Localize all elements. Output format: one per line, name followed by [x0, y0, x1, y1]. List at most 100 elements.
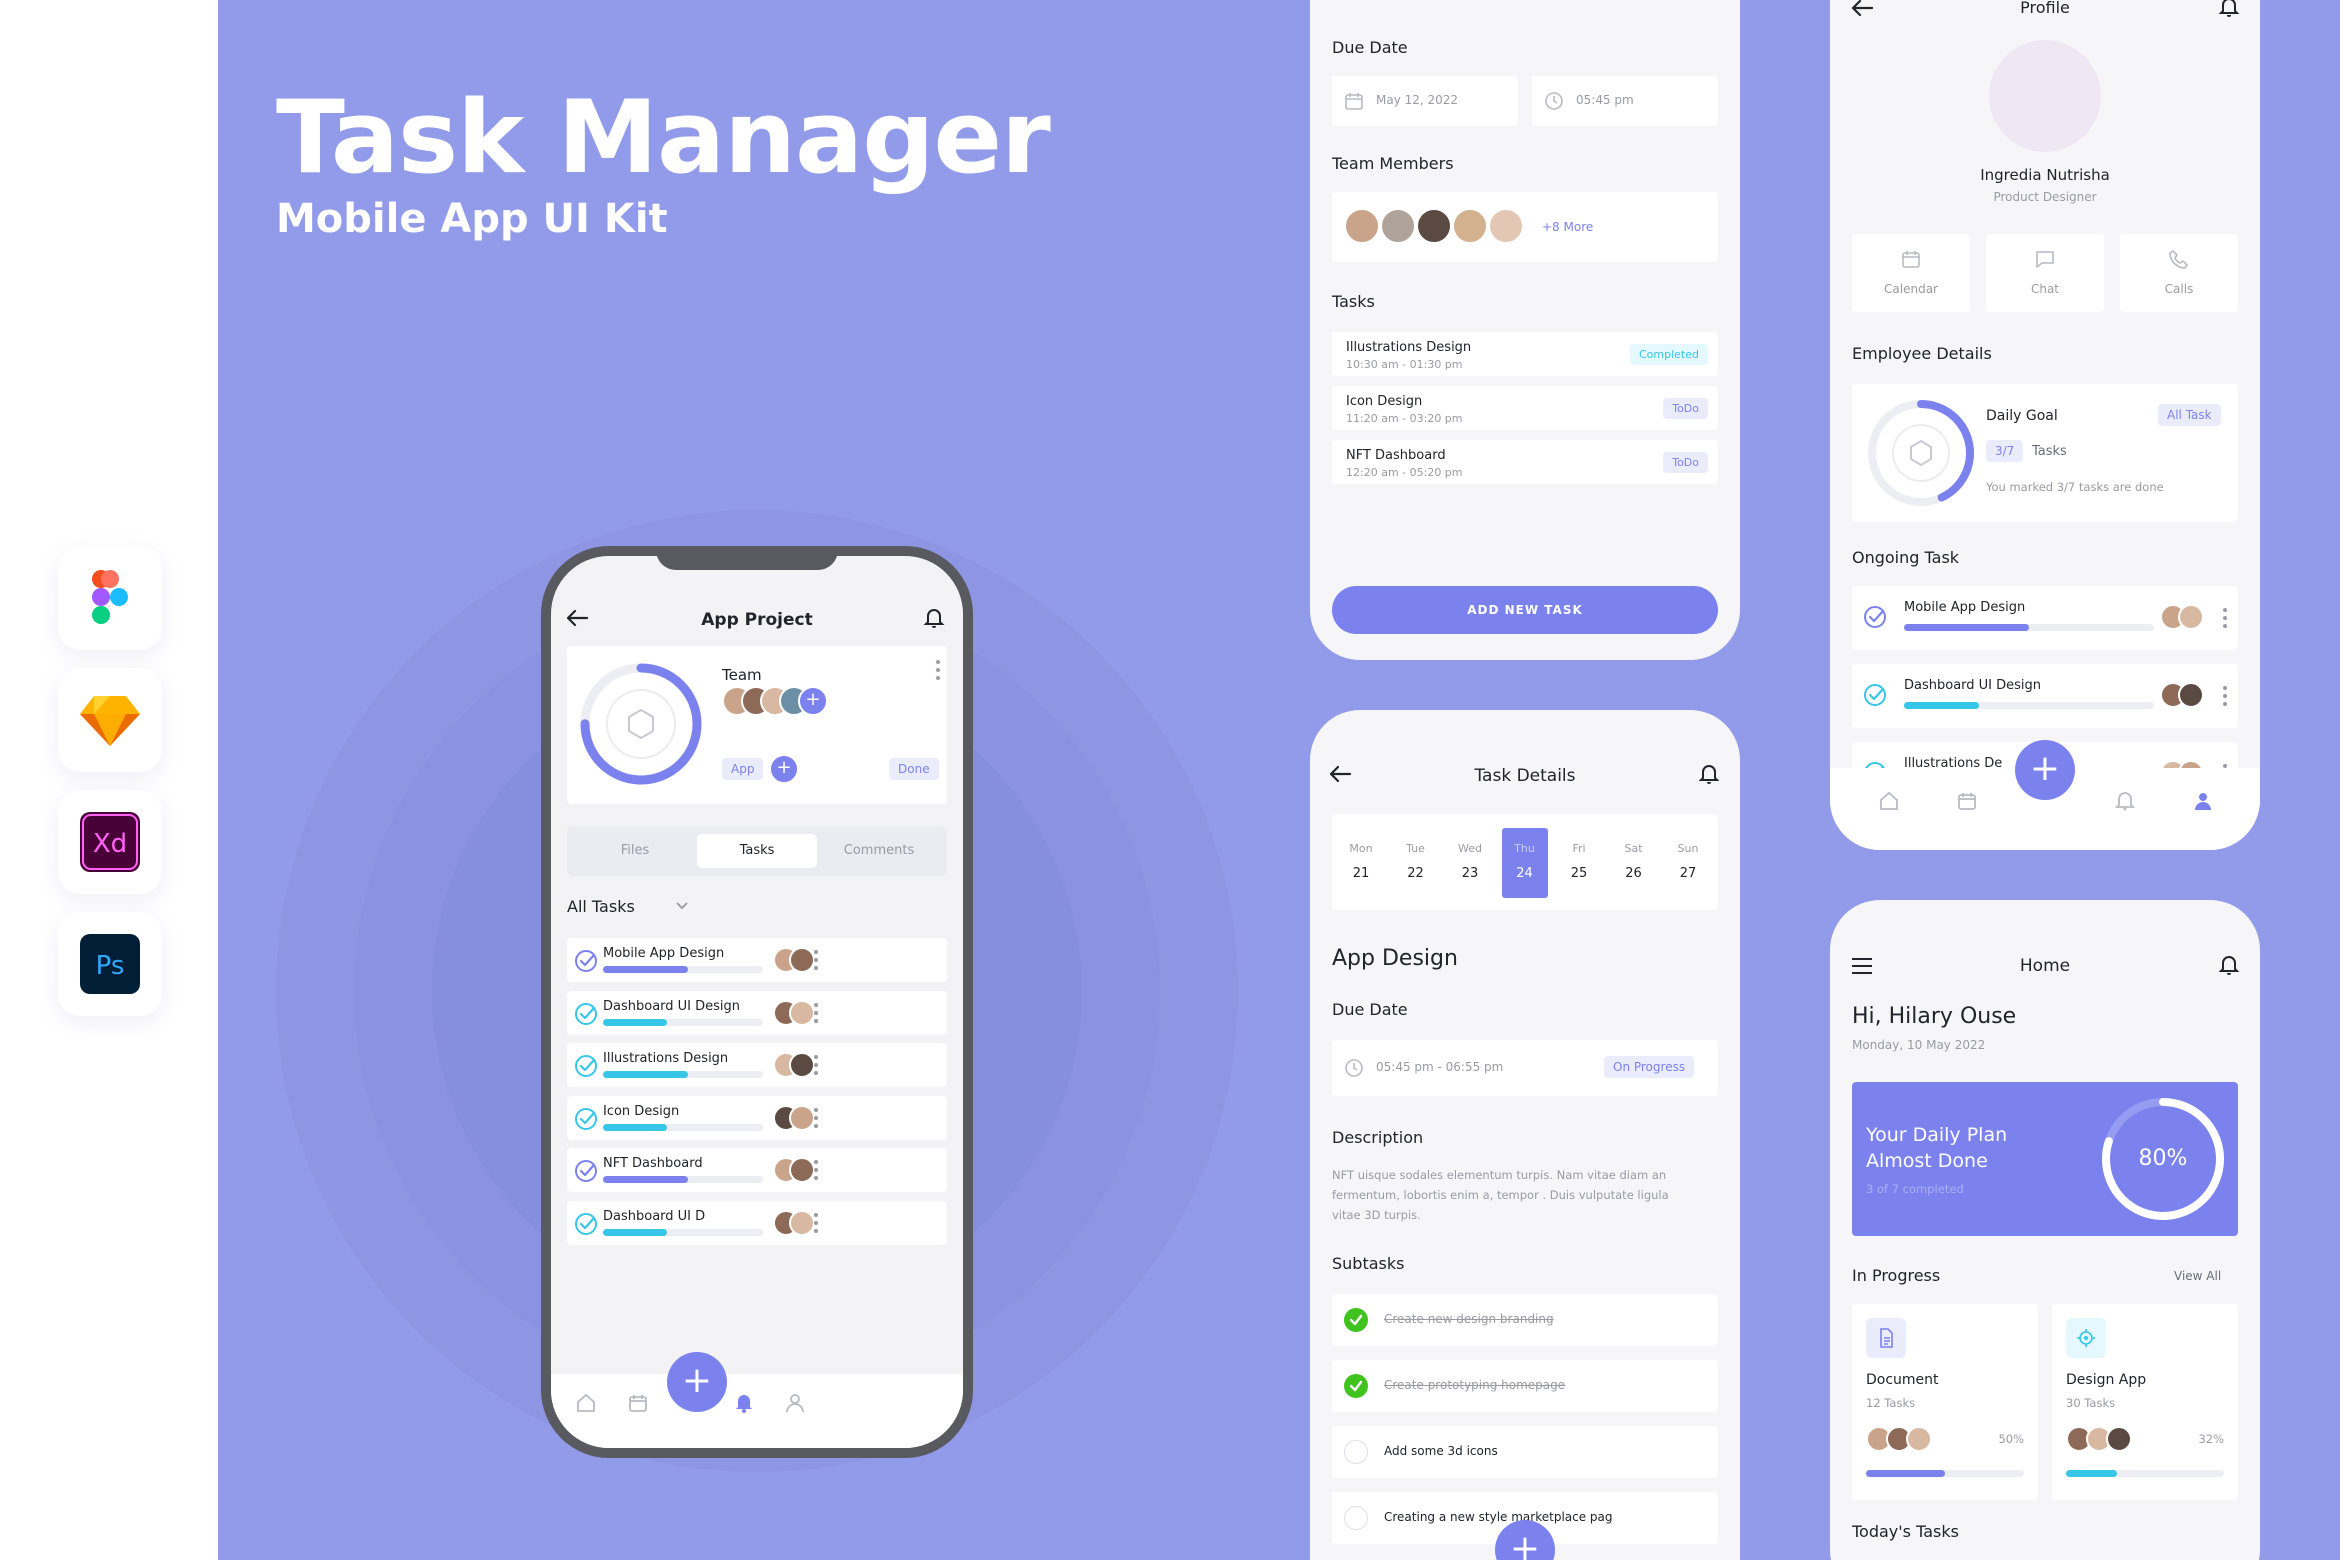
day-tue[interactable]: Tue 22 — [1393, 828, 1439, 898]
bell-icon[interactable] — [1698, 763, 1720, 785]
view-all-link[interactable]: View All — [2174, 1269, 2221, 1283]
more-options-icon[interactable] — [813, 1106, 819, 1130]
action-chat[interactable]: Chat — [1986, 234, 2104, 312]
team-members-field[interactable]: +8 More — [1332, 192, 1718, 262]
subtask-checkbox[interactable] — [1344, 1506, 1368, 1530]
calendar-icon[interactable] — [1956, 790, 1978, 812]
day-date: 23 — [1461, 866, 1479, 881]
ongoing-row[interactable]: Dashboard UI Design — [1852, 664, 2238, 728]
home-icon[interactable] — [1878, 790, 1900, 812]
task-progress-bar — [603, 1176, 763, 1183]
due-date-label: Due Date — [1332, 38, 1408, 57]
profile-icon[interactable] — [2192, 790, 2214, 812]
project-card[interactable]: Design App 30 Tasks 32% — [2052, 1304, 2238, 1500]
add-tag-button[interactable]: + — [769, 754, 799, 784]
team-label: Team — [722, 666, 762, 684]
profile-avatar — [1989, 40, 2101, 152]
task-name: Icon Design — [1346, 394, 1423, 409]
ongoing-row[interactable]: Mobile App Design — [1852, 586, 2238, 650]
create-task-screen: Due Date May 12, 2022 05:45 pm Team Memb… — [1310, 0, 1740, 660]
day-name: Mon — [1349, 842, 1373, 855]
project-name: App Design — [1332, 946, 1458, 971]
check-circle-icon[interactable] — [573, 948, 599, 974]
check-circle-icon[interactable] — [573, 1106, 599, 1132]
task-row[interactable]: Dashboard UI D — [567, 1200, 947, 1245]
task-row[interactable]: Illustrations Design 10:30 am - 01:30 pm C… — [1332, 332, 1718, 376]
day-fri[interactable]: Fri 25 — [1556, 828, 1602, 898]
daily-plan-card[interactable]: Your Daily Plan Almost Done 3 of 7 compl… — [1852, 1082, 2238, 1236]
check-circle-icon[interactable] — [573, 1158, 599, 1184]
screen-title: App Project — [701, 610, 813, 630]
bell-icon[interactable] — [2218, 0, 2240, 18]
bell-icon[interactable] — [923, 607, 945, 629]
more-options-icon[interactable] — [935, 658, 941, 682]
more-options-icon[interactable] — [813, 1211, 819, 1235]
action-calendar[interactable]: Calendar — [1852, 234, 1970, 312]
task-row[interactable]: Illustrations Design — [567, 1043, 947, 1087]
time-value: 05:45 pm — [1576, 93, 1634, 107]
task-row[interactable]: Dashboard UI Design — [567, 990, 947, 1035]
project-card[interactable]: Document 12 Tasks 50% — [1852, 1304, 2038, 1500]
day-wed[interactable]: Wed 23 — [1447, 828, 1493, 898]
task-filter-dropdown[interactable]: All Tasks — [567, 897, 635, 916]
profile-icon[interactable] — [784, 1392, 806, 1414]
more-options-icon[interactable] — [813, 948, 819, 972]
task-row[interactable]: NFT Dashboard 12:20 am - 05:20 pm ToDo — [1332, 440, 1718, 484]
bell-icon[interactable] — [2218, 954, 2240, 976]
more-members-link[interactable]: +8 More — [1542, 220, 1593, 234]
task-name: Illustrations Design — [1346, 340, 1472, 355]
home-icon[interactable] — [575, 1392, 597, 1414]
add-task-fab[interactable]: + — [667, 1352, 727, 1412]
tab-tasks[interactable]: Tasks — [697, 834, 817, 868]
plan-percent: 80% — [2138, 1146, 2188, 1171]
task-row[interactable]: Mobile App Design — [567, 938, 947, 982]
project-progress-bar — [1866, 1470, 2024, 1477]
day-thu[interactable]: Thu 24 — [1501, 828, 1548, 898]
bell-icon[interactable] — [2114, 790, 2136, 812]
card-notch — [1430, 710, 1620, 734]
goal-count-badge: 3/7 — [1986, 440, 2024, 462]
add-task-fab[interactable]: + — [2015, 740, 2075, 800]
project-card: Team + App + Done — [567, 646, 947, 804]
check-circle-icon[interactable] — [1862, 682, 1888, 708]
calendar-icon[interactable] — [627, 1392, 649, 1414]
more-options-icon[interactable] — [813, 1158, 819, 1182]
add-member-button[interactable]: + — [798, 686, 828, 716]
task-row[interactable]: Icon Design — [567, 1095, 947, 1140]
chevron-down-icon[interactable] — [676, 902, 688, 910]
more-options-icon[interactable] — [813, 1001, 819, 1025]
day-sun[interactable]: Sun 27 — [1665, 828, 1711, 898]
more-options-icon[interactable] — [813, 1053, 819, 1077]
task-time: 11:20 am - 03:20 pm — [1346, 412, 1463, 425]
check-circle-icon[interactable] — [573, 1001, 599, 1027]
plan-sub: 3 of 7 completed — [1866, 1182, 1964, 1196]
subtask-checkbox[interactable] — [1344, 1440, 1368, 1464]
more-options-icon[interactable] — [2222, 684, 2228, 708]
date-field[interactable]: May 12, 2022 — [1332, 76, 1518, 126]
tab-comments[interactable]: Comments — [819, 834, 939, 868]
task-row[interactable]: Icon Design 11:20 am - 03:20 pm ToDo — [1332, 386, 1718, 430]
tab-files[interactable]: Files — [575, 834, 695, 868]
check-circle-icon[interactable] — [573, 1211, 599, 1237]
action-calls[interactable]: Calls — [2120, 234, 2238, 312]
subtask-row[interactable]: Create new design branding — [1332, 1294, 1718, 1346]
svg-text:Ps: Ps — [96, 951, 125, 981]
add-new-task-button[interactable]: ADD NEW TASK — [1332, 586, 1718, 634]
assignee-avatar — [2178, 682, 2204, 708]
subtask-row[interactable]: Add some 3d icons — [1332, 1426, 1718, 1478]
more-options-icon[interactable] — [2222, 606, 2228, 630]
day-sat[interactable]: Sat 26 — [1611, 828, 1657, 898]
day-date: 21 — [1352, 866, 1370, 881]
all-task-button[interactable]: All Task — [2158, 404, 2221, 426]
check-circle-icon[interactable] — [1862, 604, 1888, 630]
subtask-row[interactable]: Create prototyping homepage — [1332, 1360, 1718, 1412]
day-date: 24 — [1516, 866, 1533, 881]
time-field[interactable]: 05:45 pm — [1532, 76, 1718, 126]
day-mon[interactable]: Mon 21 — [1338, 828, 1384, 898]
todays-tasks-label: Today's Tasks — [1852, 1522, 1959, 1541]
task-row[interactable]: NFT Dashboard — [567, 1148, 947, 1192]
bell-icon[interactable] — [733, 1392, 755, 1414]
team-members-label: Team Members — [1332, 154, 1454, 173]
phone-frame: App Project Team + App + Done Files Task… — [541, 546, 973, 1458]
check-circle-icon[interactable] — [573, 1053, 599, 1079]
